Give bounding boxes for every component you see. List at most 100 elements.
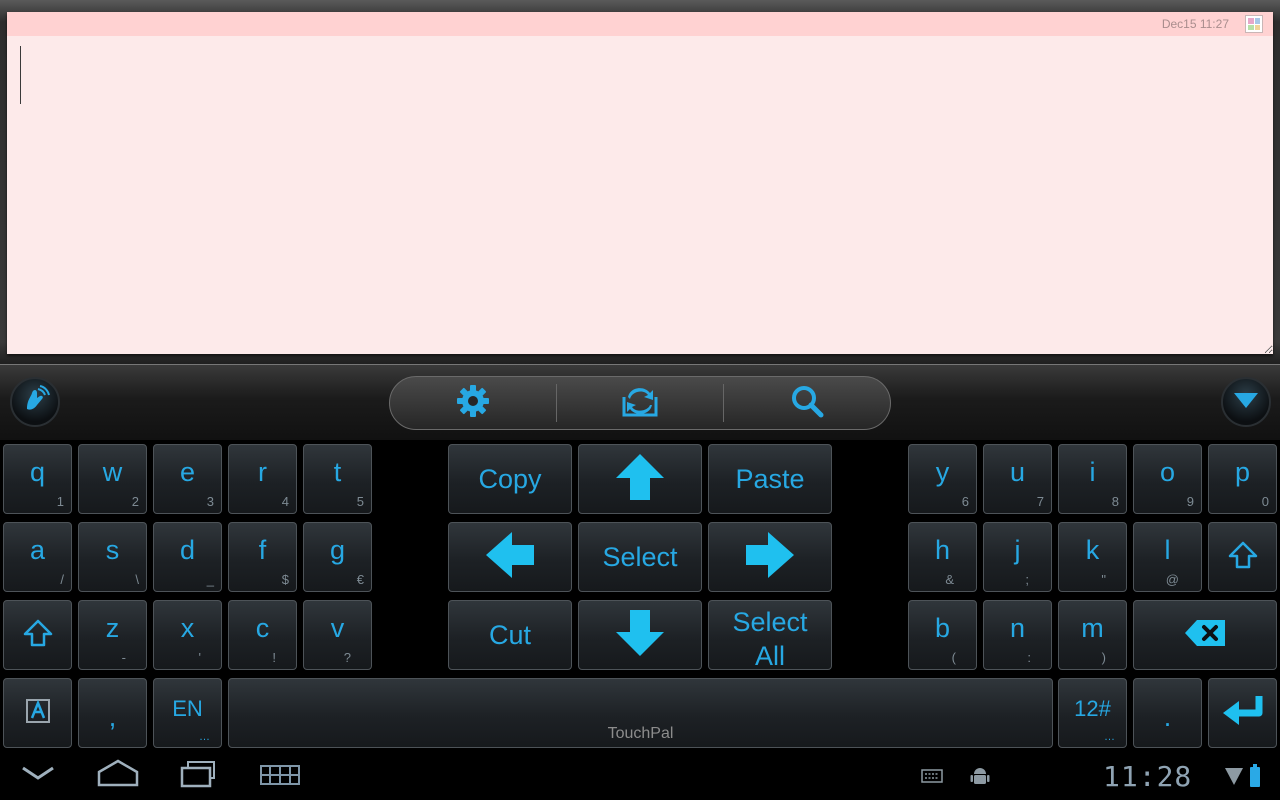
system-navigation-bar: 11:28 [0, 750, 1280, 800]
cursor-down-key[interactable] [578, 600, 702, 670]
key-f[interactable]: f $ [228, 522, 297, 592]
key-sublabel: 4 [281, 494, 289, 509]
cut-key[interactable]: Cut [448, 600, 572, 670]
text-cursor [20, 46, 21, 104]
select-key[interactable]: Select [578, 522, 702, 592]
comma-key[interactable]: , [78, 678, 147, 748]
key-sublabel: 0 [1261, 494, 1269, 509]
key-e[interactable]: e3 [153, 444, 222, 514]
key-s[interactable]: s \ [78, 522, 147, 592]
key-k[interactable]: k " [1058, 522, 1127, 592]
key-w[interactable]: w2 [78, 444, 147, 514]
shift-icon [1228, 541, 1258, 574]
key-label: f [258, 535, 267, 565]
key-sublabel: ( [951, 650, 956, 665]
key-t[interactable]: t5 [303, 444, 372, 514]
keyboard-switcher-button[interactable] [258, 764, 302, 791]
touchpal-logo-icon [18, 383, 52, 422]
toolbar-pill [389, 376, 891, 430]
cursor-right-key[interactable] [708, 522, 832, 592]
shift-icon [23, 619, 53, 652]
key-sublabel: / [60, 572, 64, 587]
keyboard-status-icon [920, 768, 944, 784]
space-key[interactable]: TouchPal [228, 678, 1053, 748]
language-key[interactable]: EN … [153, 678, 222, 748]
key-label: n [1009, 613, 1026, 643]
key-n[interactable]: n: [983, 600, 1052, 670]
key-sublabel: $ [281, 572, 289, 587]
key-sublabel: _ [206, 572, 214, 587]
period-key[interactable]: . [1133, 678, 1202, 748]
numbers-key[interactable]: 12# … [1058, 678, 1127, 748]
key-sublabel: " [1101, 572, 1106, 587]
select-all-line-1: Select [732, 607, 808, 637]
input-mode-key[interactable] [3, 678, 72, 748]
search-icon [789, 383, 825, 424]
wifi-signal-icon [1224, 765, 1244, 787]
key-g[interactable]: g € [303, 522, 372, 592]
shift-key-left[interactable] [3, 600, 72, 670]
key-i[interactable]: i8 [1058, 444, 1127, 514]
key-sublabel: € [356, 572, 364, 587]
key-label: h [934, 535, 951, 565]
key-h[interactable]: h & [908, 522, 977, 592]
note-text-input[interactable] [7, 36, 1273, 354]
search-button[interactable] [724, 377, 890, 429]
key-y[interactable]: y6 [908, 444, 977, 514]
copy-key[interactable]: Copy [448, 444, 572, 514]
gear-icon [455, 383, 491, 424]
touchpal-logo-button[interactable] [10, 377, 60, 427]
key-c[interactable]: c! [228, 600, 297, 670]
numbers-label: 12# [1074, 696, 1111, 721]
key-sublabel: 5 [356, 494, 364, 509]
key-o[interactable]: o9 [1133, 444, 1202, 514]
key-d[interactable]: d _ [153, 522, 222, 592]
collapse-keyboard-button[interactable] [1221, 377, 1271, 427]
language-label: EN [172, 696, 203, 721]
key-j[interactable]: j; [983, 522, 1052, 592]
cut-label: Cut [488, 619, 532, 650]
key-sublabel: 2 [131, 494, 139, 509]
battery-icon [1248, 764, 1262, 788]
settings-button[interactable] [390, 377, 556, 429]
key-label: s [105, 535, 120, 565]
key-r[interactable]: r4 [228, 444, 297, 514]
shift-key-right[interactable] [1208, 522, 1277, 592]
cursor-left-key[interactable] [448, 522, 572, 592]
key-label: x [180, 613, 195, 643]
select-all-key[interactable]: Select All [708, 600, 832, 671]
comma-label: , [108, 701, 117, 732]
recent-apps-button[interactable] [176, 760, 220, 791]
key-p[interactable]: p0 [1208, 444, 1277, 514]
key-q[interactable]: q1 [3, 444, 72, 514]
key-label: t [333, 457, 342, 487]
key-v[interactable]: v? [303, 600, 372, 670]
arrow-down-icon [614, 608, 666, 663]
android-debug-icon [968, 764, 992, 788]
paste-key[interactable]: Paste [708, 444, 832, 514]
key-u[interactable]: u7 [983, 444, 1052, 514]
switch-keyboard-button[interactable] [557, 377, 723, 429]
key-m[interactable]: m) [1058, 600, 1127, 670]
enter-key[interactable] [1208, 678, 1277, 748]
key-label: u [1009, 457, 1026, 487]
arrow-up-icon [614, 452, 666, 507]
cursor-up-key[interactable] [578, 444, 702, 514]
back-button[interactable] [18, 762, 58, 788]
grid-icon[interactable] [1245, 15, 1263, 33]
key-label: d [179, 535, 196, 565]
key-l[interactable]: l @ [1133, 522, 1202, 592]
keyboard-grid-icon [259, 764, 301, 791]
key-sublabel: : [1027, 650, 1031, 665]
key-b[interactable]: b( [908, 600, 977, 670]
key-a[interactable]: a / [3, 522, 72, 592]
key-sublabel: - [121, 650, 126, 665]
key-z[interactable]: z- [78, 600, 147, 670]
collapse-down-icon [1232, 390, 1260, 415]
key-label: m [1081, 613, 1104, 643]
key-sublabel: 6 [961, 494, 969, 509]
backspace-key[interactable] [1133, 600, 1277, 670]
select-all-line-2: All [754, 641, 785, 671]
key-x[interactable]: x ' [153, 600, 222, 670]
home-button[interactable] [95, 759, 141, 790]
